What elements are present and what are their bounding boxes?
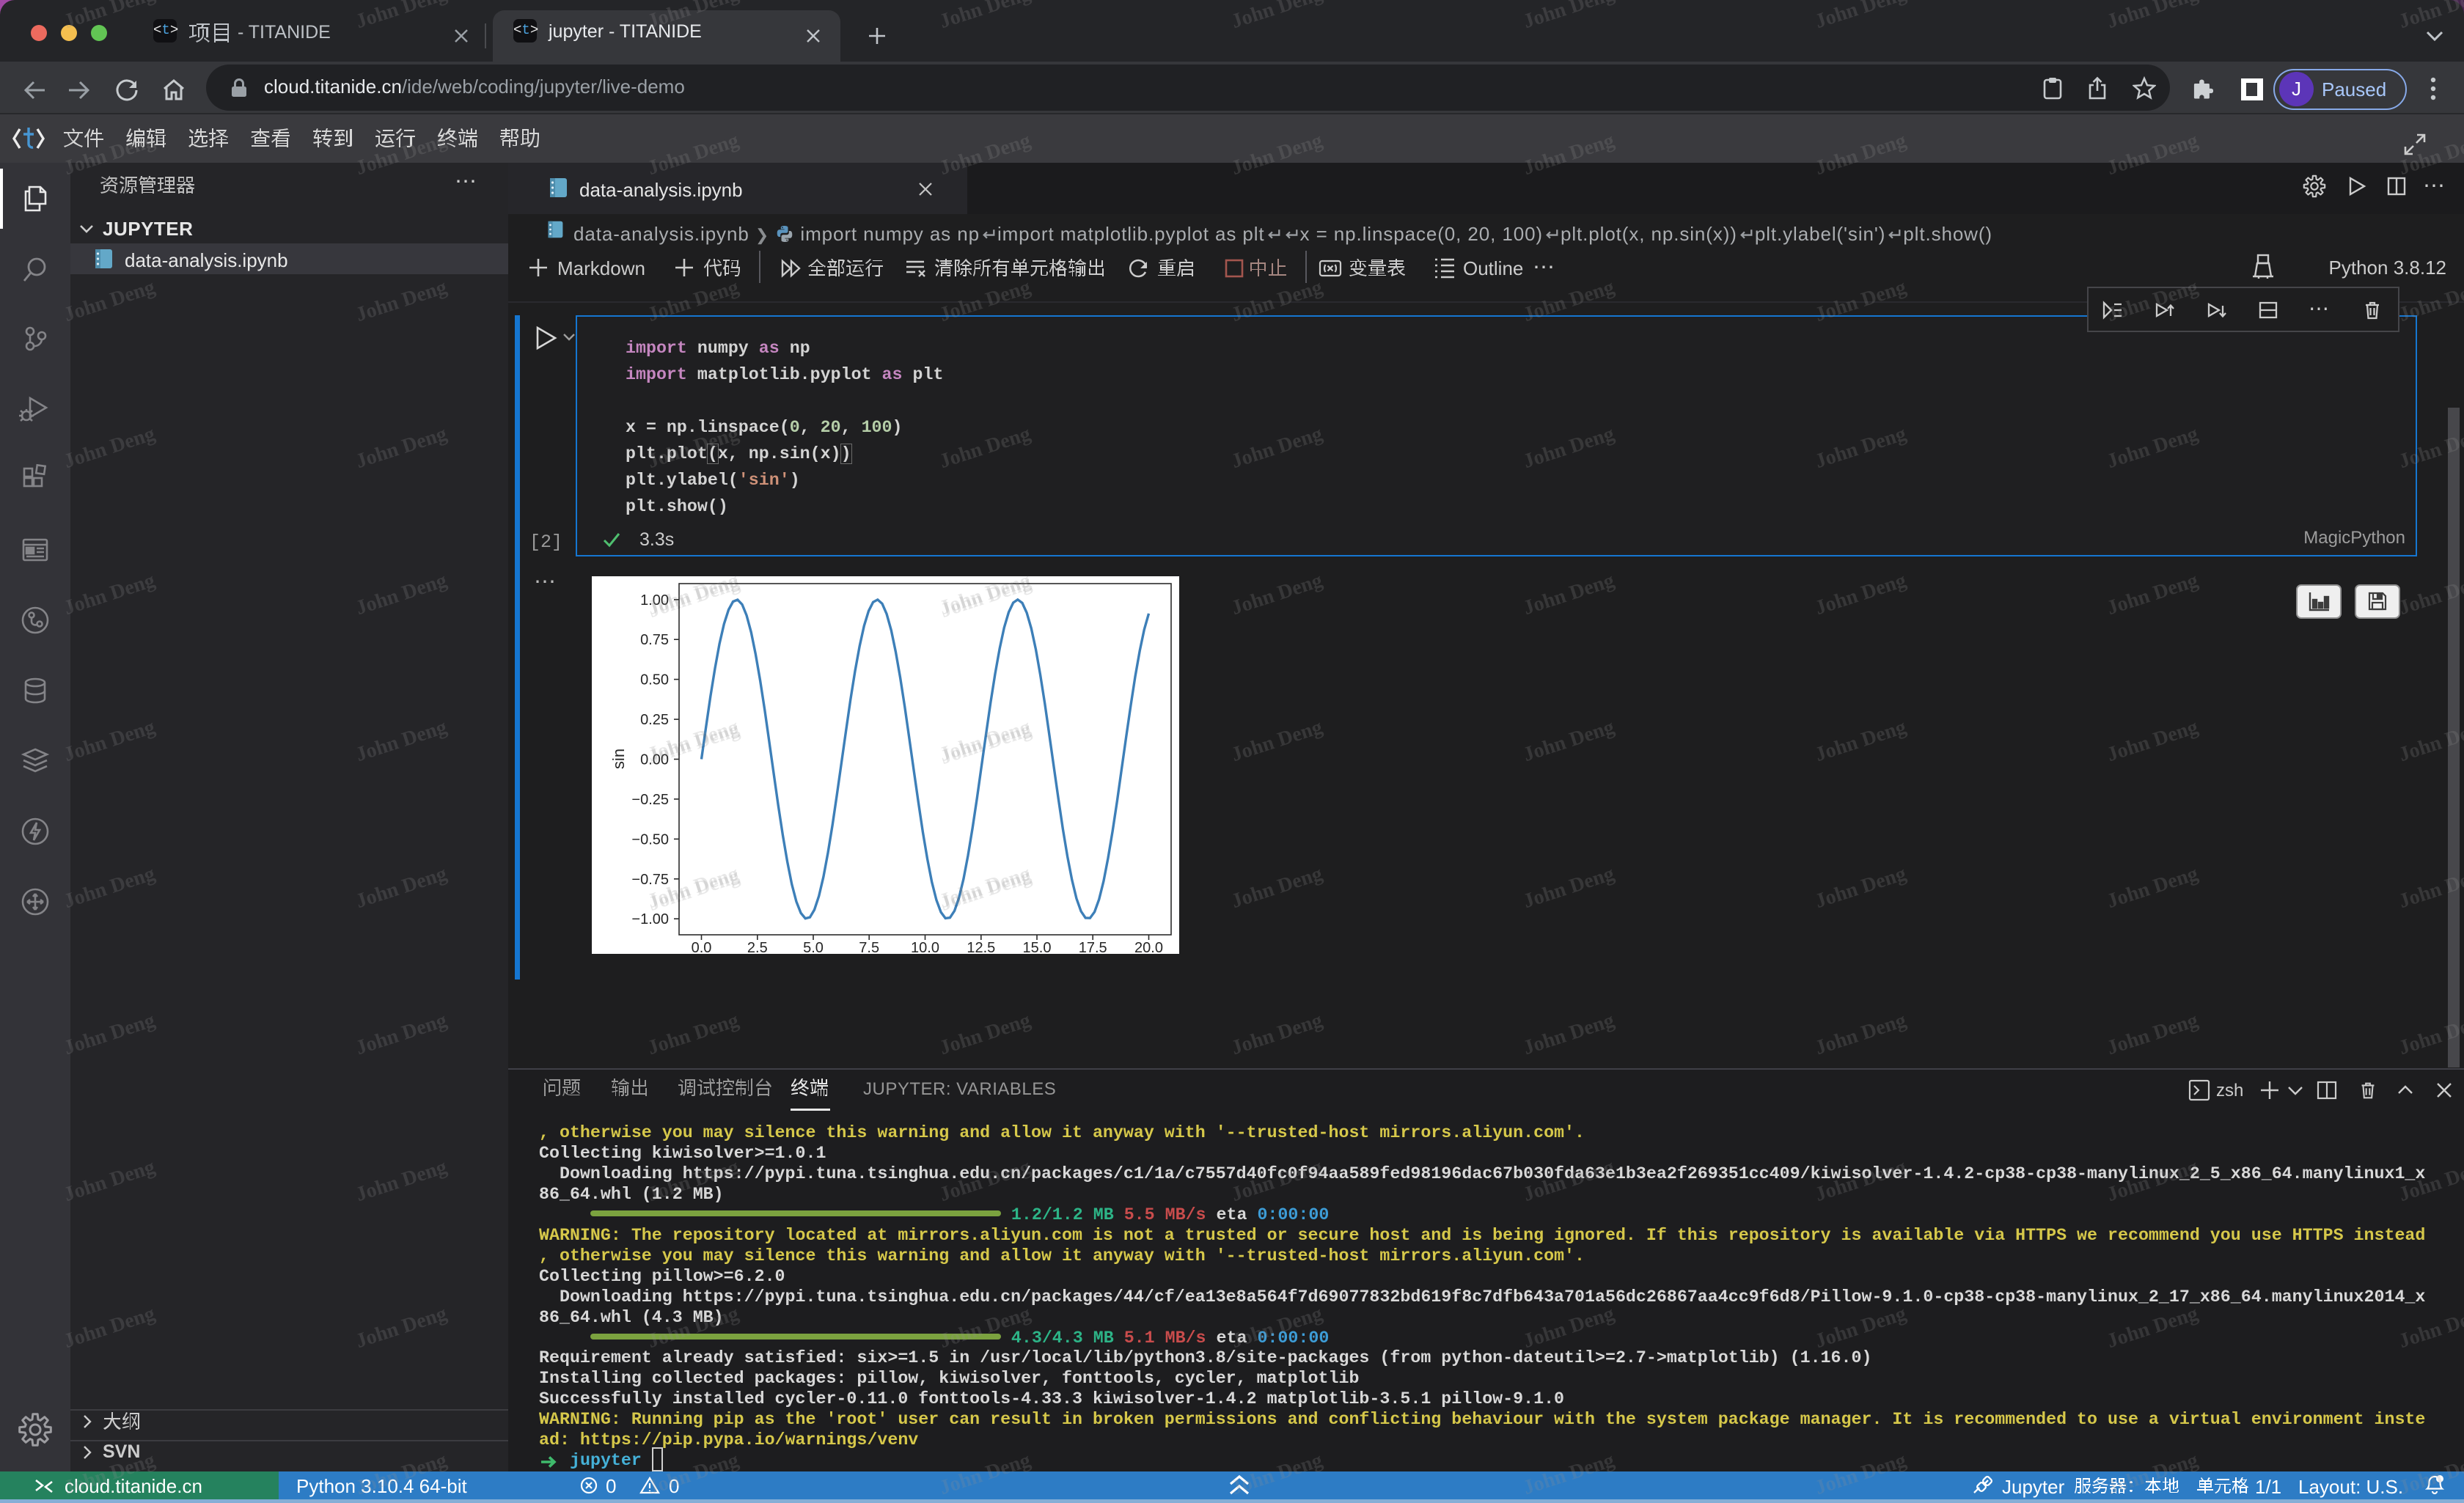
svg-text:10.0: 10.0 <box>911 940 939 954</box>
svg-text:0.25: 0.25 <box>640 712 669 728</box>
svg-text:−1.00: −1.00 <box>631 911 669 927</box>
svg-text:7.5: 7.5 <box>859 940 879 954</box>
svg-text:5.0: 5.0 <box>803 940 824 954</box>
svg-text:15.0: 15.0 <box>1023 940 1052 954</box>
svg-text:20.0: 20.0 <box>1134 940 1163 954</box>
svg-text:sin: sin <box>609 749 628 769</box>
svg-text:John Deng: John Deng <box>938 865 1035 916</box>
svg-text:0.75: 0.75 <box>640 632 669 648</box>
svg-text:2.5: 2.5 <box>747 940 768 954</box>
svg-text:17.5: 17.5 <box>1079 940 1107 954</box>
svg-text:John Deng: John Deng <box>938 719 1035 769</box>
svg-text:−0.50: −0.50 <box>631 831 669 848</box>
svg-text:−0.25: −0.25 <box>631 792 669 808</box>
svg-text:12.5: 12.5 <box>967 940 995 954</box>
svg-text:0.0: 0.0 <box>692 940 712 954</box>
svg-text:0.50: 0.50 <box>640 672 669 688</box>
svg-text:−0.75: −0.75 <box>631 872 669 888</box>
